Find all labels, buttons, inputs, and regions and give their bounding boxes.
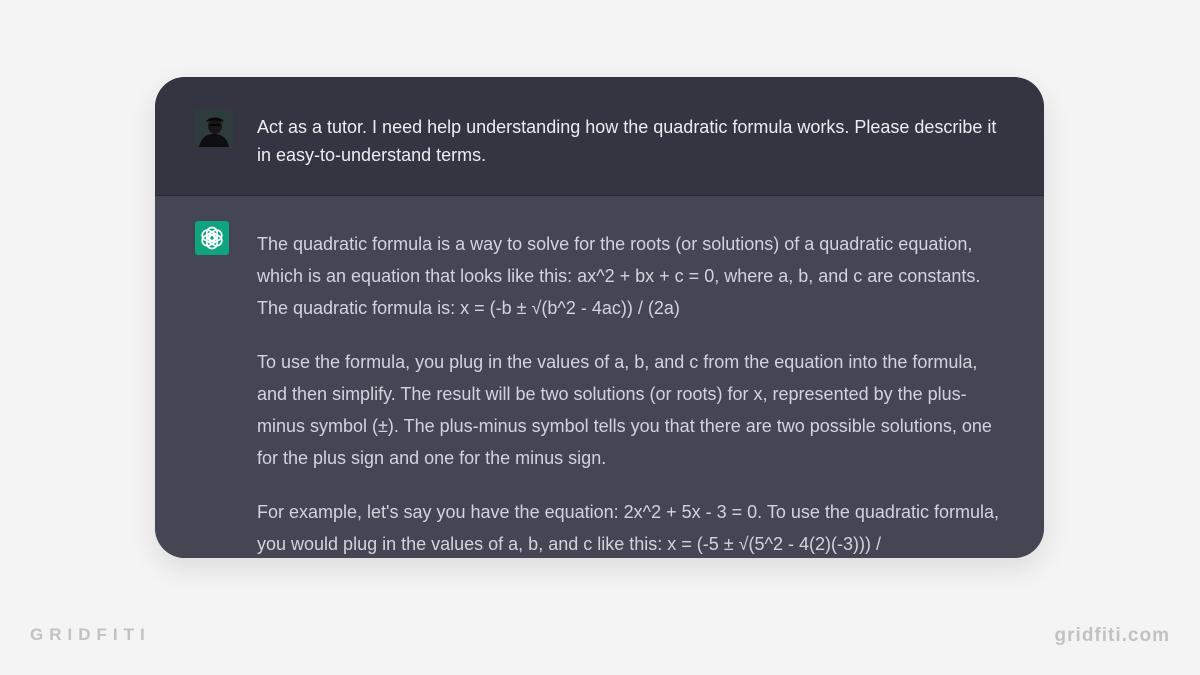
assistant-paragraph: The quadratic formula is a way to solve … — [257, 234, 981, 318]
assistant-message-text: The quadratic formula is a way to solve … — [257, 228, 1012, 558]
assistant-paragraph: To use the formula, you plug in the valu… — [257, 352, 992, 468]
gridfiti-url: gridfiti.com — [1054, 625, 1170, 646]
user-message-row: Act as a tutor. I need help understandin… — [155, 77, 1044, 196]
assistant-paragraph: For example, let's say you have the equa… — [257, 502, 999, 554]
openai-logo-icon — [195, 221, 229, 255]
gridfiti-logo: GRIDFITI — [30, 625, 151, 644]
assistant-message-row: The quadratic formula is a way to solve … — [155, 196, 1044, 558]
user-message-text: Act as a tutor. I need help understandin… — [257, 117, 997, 165]
chat-window: Act as a tutor. I need help understandin… — [155, 77, 1044, 558]
user-avatar — [195, 109, 233, 147]
